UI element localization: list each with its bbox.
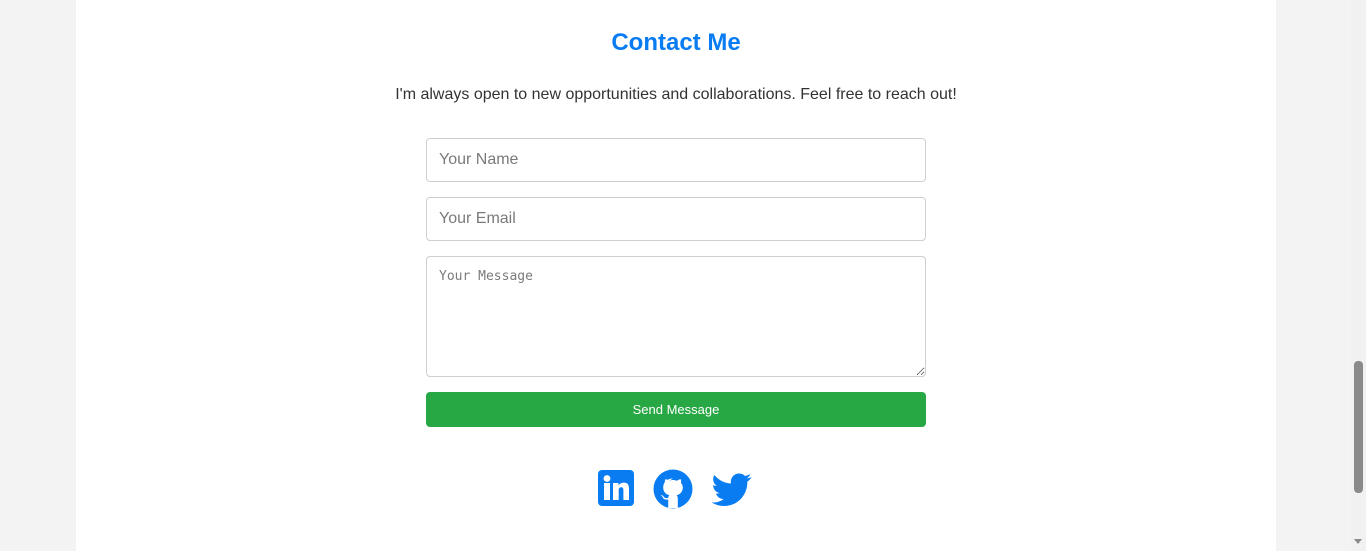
message-textarea[interactable] (426, 256, 926, 377)
contact-intro: I'm always open to new opportunities and… (395, 86, 957, 103)
scroll-down-arrow-icon[interactable] (1354, 539, 1362, 544)
vertical-scrollbar[interactable] (1351, 0, 1366, 551)
twitter-icon (712, 473, 752, 506)
linkedin-icon (598, 470, 634, 506)
name-input[interactable] (426, 138, 926, 182)
send-message-button[interactable]: Send Message (426, 392, 926, 427)
contact-title: Contact Me (611, 29, 741, 56)
social-links (76, 469, 1276, 509)
linkedin-link[interactable] (597, 469, 637, 509)
email-input[interactable] (426, 197, 926, 241)
scrollbar-thumb[interactable] (1354, 361, 1363, 493)
twitter-link[interactable] (712, 469, 752, 509)
github-icon (653, 469, 693, 509)
contact-section: Contact Me I'm always open to new opport… (76, 0, 1276, 551)
github-link[interactable] (653, 469, 693, 509)
